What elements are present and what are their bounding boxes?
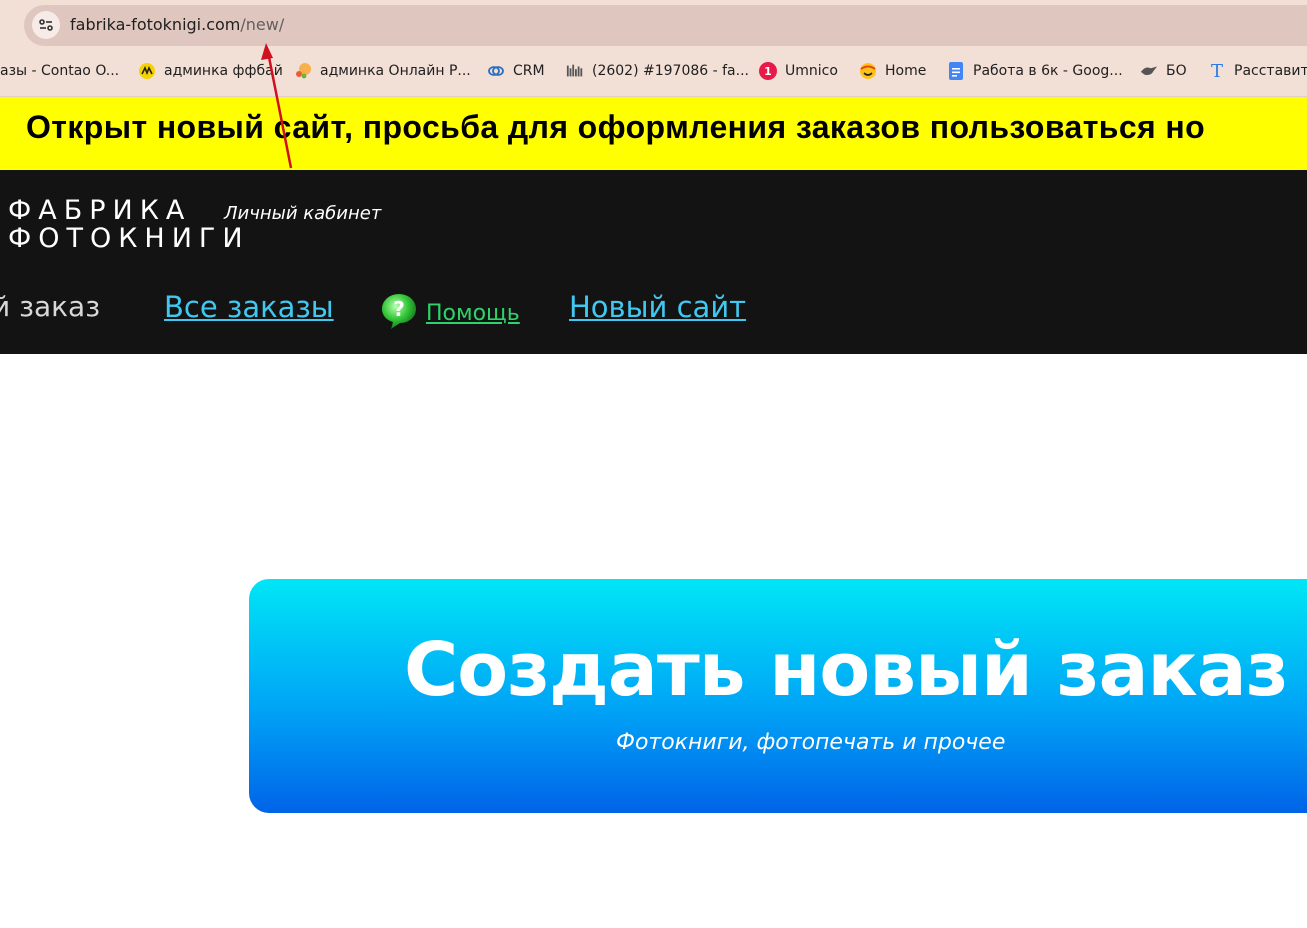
bookmark-item[interactable]: БО [1140, 58, 1187, 84]
bookmark-label: Home [885, 63, 927, 79]
bookmark-item[interactable]: CRM [487, 58, 545, 84]
announcement-text: Открыт новый сайт, просьба для оформлени… [26, 109, 1206, 145]
svg-text:?: ? [393, 297, 405, 321]
bookmark-item[interactable]: T Расставить [1208, 58, 1307, 84]
bookmark-label: (2602) #197086 - fa... [592, 63, 749, 79]
bookmark-label: CRM [513, 63, 545, 79]
bookmark-item[interactable]: Работа в 6к - Goog... [947, 58, 1123, 84]
nav-new-site-link[interactable]: Новый сайт [569, 290, 746, 324]
site-settings-icon[interactable] [32, 11, 60, 39]
bookmark-item[interactable]: 1 Umnico [759, 58, 838, 84]
nav-help[interactable]: ? Помощь [380, 292, 520, 334]
bookmark-label: азы - Contao O... [0, 63, 120, 79]
nav-current-order[interactable]: й заказ [0, 290, 100, 323]
smile-icon [859, 62, 877, 80]
bookmark-item[interactable]: админка ффбай [138, 58, 283, 84]
announcement-banner: Открыт новый сайт, просьба для оформлени… [0, 96, 1307, 171]
bookmark-label: админка Онлайн Р... [320, 63, 471, 79]
logo-line-2: ФОТОКНИГИ [8, 223, 250, 254]
bookmarks-bar: азы - Contao O... админка ффбай админка … [0, 58, 1307, 84]
address-bar[interactable]: fabrika-fotoknigi.com/new/ [24, 5, 1307, 46]
orange-dots-icon [294, 62, 312, 80]
browser-chrome: fabrika-fotoknigi.com/new/ азы - Contao … [0, 0, 1307, 96]
help-link[interactable]: Помощь [426, 301, 520, 326]
bookmark-item[interactable]: админка Онлайн Р... [294, 58, 471, 84]
url-host: fabrika-fotoknigi.com [70, 15, 241, 34]
logo-line-1: ФАБРИКА [8, 195, 192, 226]
create-order-title: Создать новый заказ [404, 627, 1289, 713]
nav-all-orders-link[interactable]: Все заказы [164, 290, 334, 324]
personal-cabinet-label: Личный кабинет [224, 203, 382, 224]
create-order-subtitle: Фотокниги, фотопечать и прочее [616, 730, 1006, 755]
red-badge-icon: 1 [759, 62, 777, 80]
bookmark-label: Расставить [1234, 63, 1307, 79]
yellow-logo-icon [138, 62, 156, 80]
site-header: ФАБРИКА ФОТОКНИГИ Личный кабинет й заказ… [0, 170, 1307, 354]
t-glyph: T [1210, 60, 1223, 82]
bookmark-item[interactable]: азы - Contao O... [0, 58, 119, 84]
bookmark-label: БО [1166, 63, 1187, 79]
bookmark-item[interactable]: (2602) #197086 - fa... [566, 58, 749, 84]
url-text[interactable]: fabrika-fotoknigi.com/new/ [70, 15, 284, 34]
create-order-button[interactable]: Создать новый заказ Фотокниги, фотопечат… [249, 579, 1307, 813]
google-docs-icon [947, 62, 965, 80]
bookmark-label: админка ффбай [164, 63, 283, 79]
bars-icon [566, 62, 584, 80]
site-logo[interactable]: ФАБРИКА ФОТОКНИГИ [8, 197, 250, 253]
help-bubble-icon: ? [380, 292, 418, 334]
bookmark-label: Работа в 6к - Goog... [973, 63, 1123, 79]
crm-rings-icon [487, 62, 505, 80]
bookmark-label: Umnico [785, 63, 838, 79]
badge-count: 1 [764, 64, 772, 78]
bookmark-item[interactable]: Home [859, 58, 926, 84]
bird-icon [1140, 62, 1158, 80]
t-icon: T [1208, 60, 1226, 82]
url-path: /new/ [240, 15, 285, 34]
